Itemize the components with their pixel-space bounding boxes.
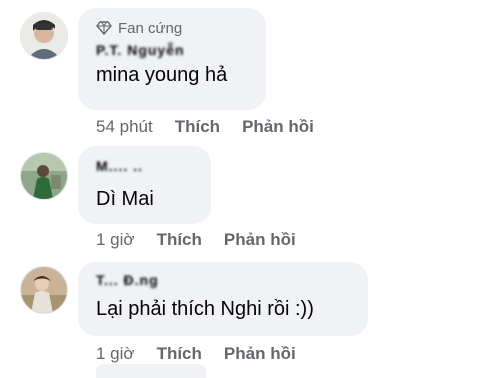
avatar[interactable] bbox=[20, 152, 68, 200]
like-button[interactable]: Thích bbox=[175, 117, 220, 137]
reply-button[interactable]: Phản hồi bbox=[224, 230, 296, 250]
fan-badge: Fan cứng bbox=[96, 18, 252, 38]
author-name[interactable]: P.T. Nguyễn bbox=[96, 42, 252, 58]
comment-time[interactable]: 1 giờ bbox=[96, 344, 135, 364]
comment-text: mina young hả bbox=[96, 64, 228, 86]
comment-text: Lại phải thích Nghi rồi :)) bbox=[96, 298, 314, 320]
avatar[interactable] bbox=[20, 266, 68, 314]
comment-time[interactable]: 54 phút bbox=[96, 117, 153, 137]
next-comment-bubble bbox=[96, 364, 206, 378]
comment-bubble: Fan cứng P.T. Nguyễn mina young hả bbox=[78, 8, 266, 110]
comment-actions: 1 giờ Thích Phản hồi bbox=[96, 344, 296, 364]
reply-button[interactable]: Phản hồi bbox=[242, 117, 314, 137]
diamond-icon bbox=[96, 21, 112, 36]
author-name[interactable]: M.... .. bbox=[96, 158, 197, 174]
comment-text: Dì Mai bbox=[96, 188, 154, 210]
author-name[interactable]: T... Đ.ng bbox=[96, 272, 354, 288]
like-button[interactable]: Thích bbox=[157, 344, 202, 364]
badge-label: Fan cứng bbox=[118, 19, 183, 37]
comment-bubble: M.... .. Dì Mai bbox=[78, 146, 211, 224]
comment-time[interactable]: 1 giờ bbox=[96, 230, 135, 250]
comment-bubble: T... Đ.ng Lại phải thích Nghi rồi :)) bbox=[78, 262, 368, 336]
comment-actions: 54 phút Thích Phản hồi bbox=[96, 117, 314, 137]
like-button[interactable]: Thích bbox=[157, 230, 202, 250]
comment-actions: 1 giờ Thích Phản hồi bbox=[96, 230, 296, 250]
reply-button[interactable]: Phản hồi bbox=[224, 344, 296, 364]
avatar[interactable] bbox=[20, 12, 68, 60]
